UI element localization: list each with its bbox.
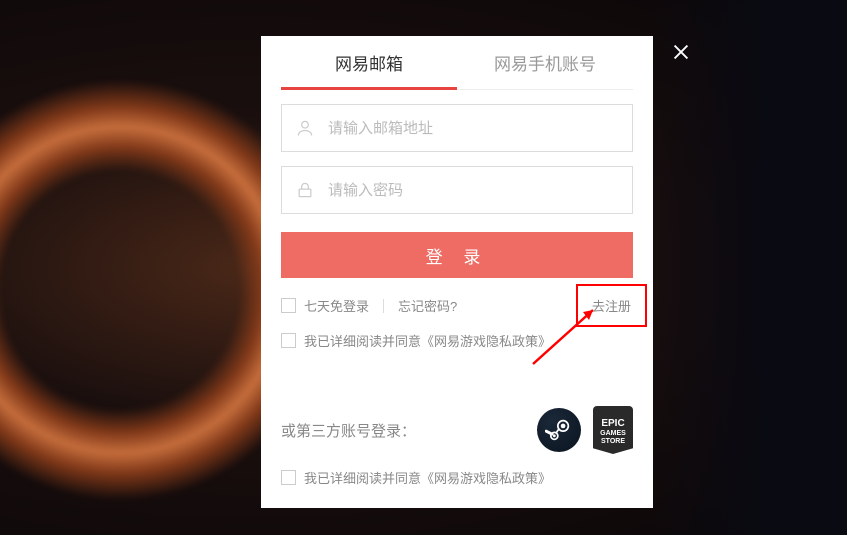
epic-text-3: STORE — [601, 438, 625, 446]
user-icon — [295, 118, 315, 138]
password-input[interactable] — [281, 166, 633, 214]
options-row: 七天免登录 忘记密码? 去注册 — [281, 294, 633, 317]
third-party-label: 或第三方账号登录： — [281, 420, 416, 441]
epic-text-1: EPIC — [601, 418, 624, 430]
agree-prefix-1: 我已详细阅读并同意 — [304, 331, 421, 350]
login-button[interactable]: 登 录 — [281, 232, 633, 278]
email-input-group — [281, 104, 633, 152]
agreement-row-1: 我已详细阅读并同意 《网易游戏隐私政策》 — [281, 331, 633, 350]
agree-checkbox-2[interactable] — [281, 470, 296, 485]
register-highlight: 去注册 — [576, 284, 647, 327]
epic-text-2: GAMES — [600, 430, 626, 438]
password-input-group — [281, 166, 633, 214]
login-tabs: 网易邮箱 网易手机账号 — [281, 36, 633, 90]
agreement-row-2: 我已详细阅读并同意 《网易游戏隐私政策》 — [281, 468, 633, 487]
email-input[interactable] — [281, 104, 633, 152]
third-party-row: 或第三方账号登录： EPIC GAMES STORE — [281, 406, 633, 454]
steam-login-button[interactable] — [537, 408, 581, 452]
forgot-password-link[interactable]: 忘记密码? — [398, 296, 457, 315]
remember-label: 七天免登录 — [304, 296, 369, 315]
close-icon — [670, 41, 692, 63]
policy-link-2[interactable]: 《网易游戏隐私政策》 — [421, 468, 551, 487]
login-panel: 网易邮箱 网易手机账号 登 录 七天免登录 忘记密码? 去注册 — [261, 36, 653, 508]
close-button[interactable] — [670, 41, 692, 63]
tab-phone[interactable]: 网易手机账号 — [457, 36, 633, 89]
agree-prefix-2: 我已详细阅读并同意 — [304, 468, 421, 487]
remember-checkbox[interactable] — [281, 298, 296, 313]
epic-login-button[interactable]: EPIC GAMES STORE — [593, 406, 633, 454]
background-shadow — [647, 0, 847, 535]
steam-icon — [545, 416, 573, 444]
lock-icon — [295, 180, 315, 200]
tab-email[interactable]: 网易邮箱 — [281, 36, 457, 89]
third-party-icons: EPIC GAMES STORE — [537, 406, 633, 454]
policy-link-1[interactable]: 《网易游戏隐私政策》 — [421, 331, 551, 350]
agree-checkbox-1[interactable] — [281, 333, 296, 348]
register-link[interactable]: 去注册 — [592, 299, 631, 314]
divider — [383, 299, 384, 313]
